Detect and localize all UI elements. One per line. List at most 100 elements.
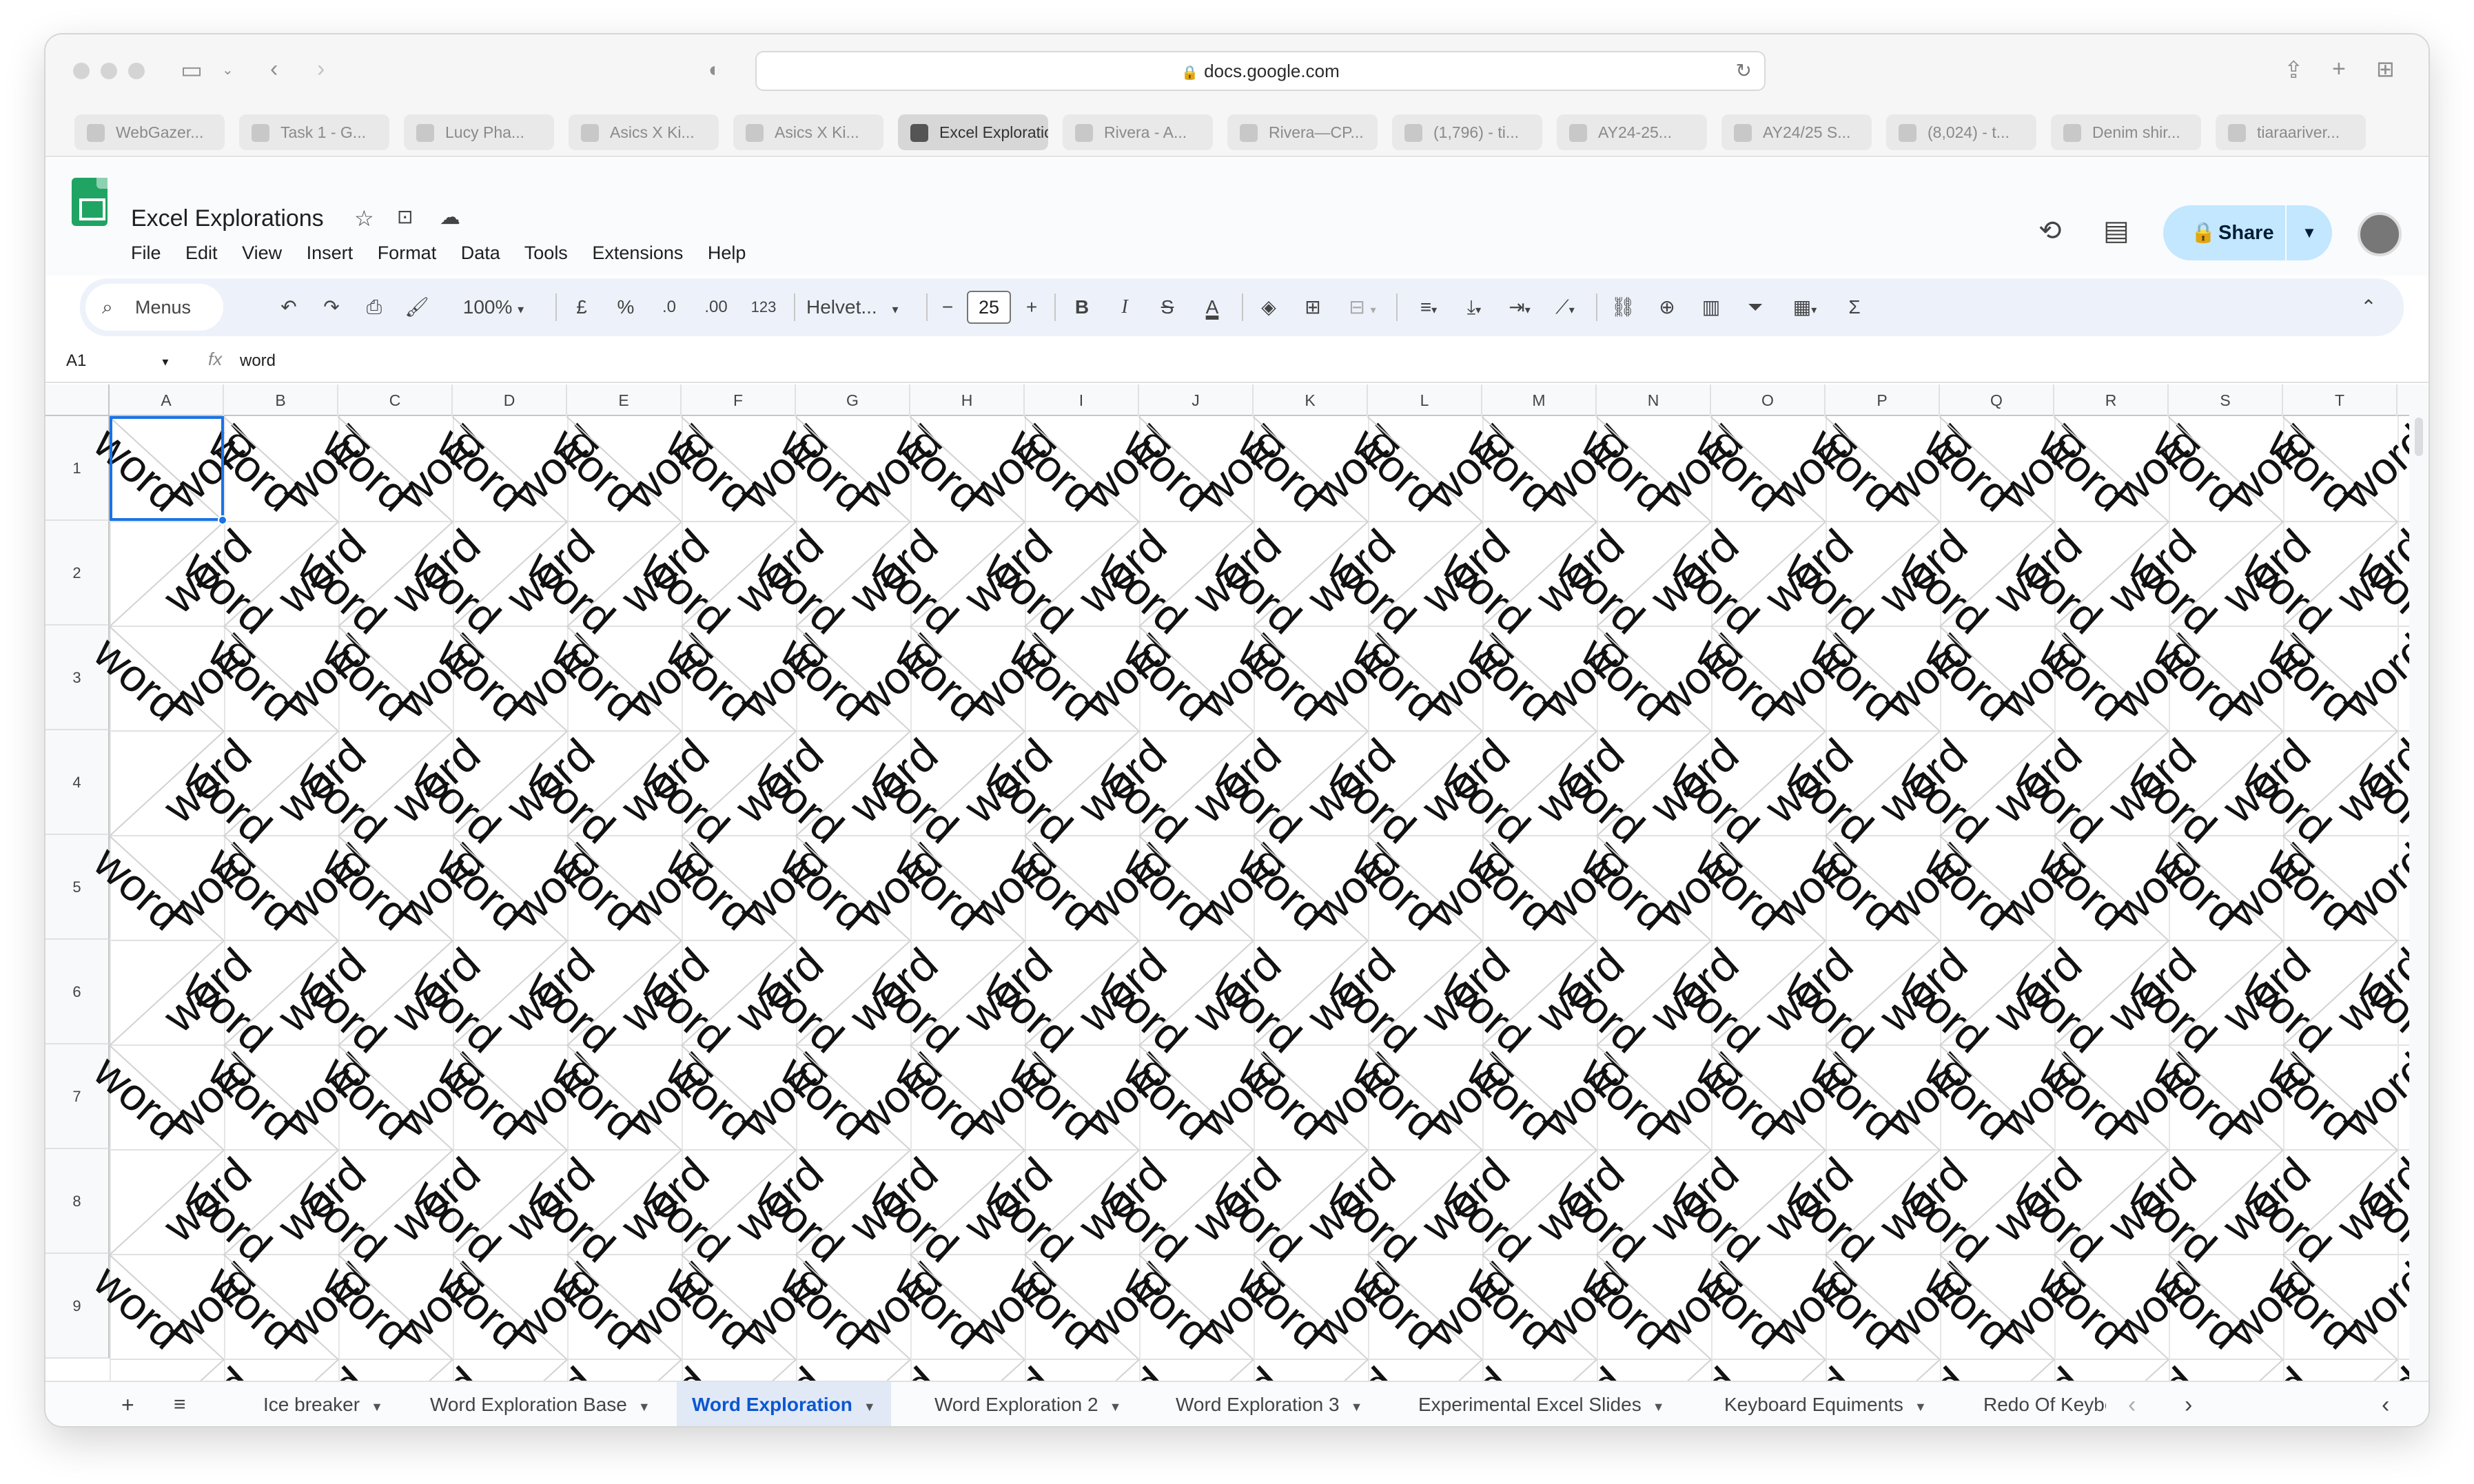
valign-icon[interactable]: ⤓▾ (1451, 287, 1497, 328)
wrap-icon[interactable]: ⇥▾ (1497, 287, 1542, 328)
menu-data[interactable]: Data (461, 243, 500, 263)
share-dropdown-icon[interactable]: ▼ (2285, 205, 2332, 260)
vertical-scrollbar[interactable] (2409, 384, 2429, 1397)
menu-view[interactable]: View (242, 243, 282, 263)
menu-edit[interactable]: Edit (185, 243, 218, 263)
menu-file[interactable]: File (131, 243, 161, 263)
sheet-tab[interactable]: Keyboard Equiments ▼ (1709, 1382, 1942, 1426)
print-icon[interactable]: ⎙ (357, 287, 391, 328)
reload-icon[interactable]: ↻ (1736, 52, 1752, 90)
rotate-icon[interactable]: ⟋▾ (1542, 287, 1588, 328)
browser-tab[interactable]: Asics X Ki... (733, 114, 883, 150)
browser-tab-active[interactable]: Excel Exploration... (898, 114, 1048, 150)
browser-tab[interactable]: (1,796) - ti... (1392, 114, 1542, 150)
chart-icon[interactable]: ▥ (1694, 287, 1728, 328)
all-sheets-icon[interactable]: ≡ (174, 1382, 186, 1426)
minimize-window-button[interactable] (101, 63, 117, 79)
new-tab-icon[interactable]: + (2332, 55, 2346, 83)
menus-search[interactable]: ⌕ Menus (85, 284, 223, 331)
sheets-logo-icon[interactable] (72, 178, 108, 226)
percent-button[interactable]: % (611, 287, 641, 328)
redo-icon[interactable]: ↷ (314, 287, 349, 328)
close-window-button[interactable] (73, 63, 90, 79)
sheet-tab-active[interactable]: Word Exploration ▼ (677, 1382, 891, 1426)
italic-button[interactable]: I (1110, 287, 1140, 328)
share-button[interactable]: 🔒 Share ▼ (2163, 205, 2332, 260)
chevron-down-icon[interactable]: ⌄ (222, 56, 234, 84)
zoom-window-button[interactable] (128, 63, 145, 79)
sheet-tab[interactable]: Word Exploration 2 ▼ (919, 1382, 1136, 1426)
forward-icon[interactable]: › (317, 55, 325, 83)
browser-tab[interactable]: AY24-25... (1557, 114, 1707, 150)
font-select[interactable]: Helvet... ▾ (806, 287, 922, 328)
share-sheet-icon[interactable]: ⇪ (2284, 56, 2304, 84)
zoom-select[interactable]: 100% ▾ (445, 287, 542, 328)
fill-handle[interactable] (218, 515, 227, 525)
sheet-tab[interactable]: Redo Of Keybo (1968, 1382, 2106, 1426)
scroll-tabs-right-icon[interactable]: › (2185, 1382, 2192, 1426)
font-size-decrease-button[interactable]: − (936, 287, 959, 328)
text-color-button[interactable]: A (1195, 287, 1229, 328)
sheet-tab[interactable]: Word Exploration 3 ▼ (1161, 1382, 1378, 1426)
menu-format[interactable]: Format (378, 243, 437, 263)
cloud-icon[interactable]: ☁ (440, 205, 460, 229)
browser-tab[interactable]: (8,024) - t... (1886, 114, 2036, 150)
history-icon[interactable]: ⟲ (2038, 215, 2062, 247)
browser-tab[interactable]: WebGazer... (74, 114, 225, 150)
browser-tab[interactable]: Asics X Ki... (569, 114, 719, 150)
link-icon[interactable]: ⛓ (1606, 287, 1640, 328)
scrollbar-thumb[interactable] (2415, 418, 2423, 456)
merge-icon[interactable]: ⊟ ▾ (1338, 287, 1387, 328)
strikethrough-button[interactable]: S (1152, 287, 1183, 328)
tab-overview-icon[interactable]: ⊞ (2376, 55, 2395, 83)
explore-panel-icon[interactable]: ‹ (2382, 1382, 2389, 1426)
avatar[interactable] (2358, 212, 2402, 256)
browser-tab[interactable]: Lucy Pha... (404, 114, 554, 150)
font-size-increase-button[interactable]: + (1020, 287, 1043, 328)
spreadsheet-grid[interactable]: ABCDEFGHIJKLMNOPQRST 123456789 word word w… (45, 384, 2409, 1393)
comment-icon[interactable]: ▤ (2103, 215, 2129, 247)
more-formats-button[interactable]: 123 (744, 287, 783, 328)
browser-tab[interactable]: Rivera—CP... (1227, 114, 1378, 150)
fill-color-icon[interactable]: ◈ (1251, 287, 1286, 328)
table-icon[interactable]: ▦▾ (1781, 287, 1829, 328)
star-icon[interactable]: ☆ (354, 205, 374, 231)
name-box[interactable]: A1 ▾ (66, 351, 168, 371)
document-title[interactable]: Excel Explorations (131, 205, 324, 232)
menu-help[interactable]: Help (708, 243, 746, 263)
cell-selection[interactable] (110, 416, 224, 521)
currency-button[interactable]: £ (566, 287, 597, 328)
browser-tab[interactable]: AY24/25 S... (1721, 114, 1872, 150)
bold-button[interactable]: B (1067, 287, 1097, 328)
sheet-tab[interactable]: Experimental Excel Slides ▼ (1403, 1382, 1680, 1426)
decrease-decimal-button[interactable]: .0 (652, 287, 686, 328)
filter-icon[interactable]: ⏷ (1738, 287, 1772, 328)
browser-tab[interactable]: tiaraariver... (2216, 114, 2366, 150)
sum-icon[interactable]: Σ (1837, 287, 1872, 328)
chevron-down-icon: ▼ (371, 1400, 383, 1414)
align-icon[interactable]: ≡▾ (1406, 287, 1451, 328)
menu-extensions[interactable]: Extensions (592, 243, 683, 263)
shield-icon[interactable]: ◐ (708, 56, 721, 84)
scroll-tabs-left-icon[interactable]: ‹ (2128, 1382, 2136, 1426)
address-bar[interactable]: 🔒 docs.google.com ↻ (755, 51, 1766, 91)
menu-tools[interactable]: Tools (524, 243, 568, 263)
add-sheet-button[interactable]: + (121, 1382, 134, 1426)
borders-icon[interactable]: ⊞ (1296, 287, 1330, 328)
sidebar-icon[interactable]: ▭ (181, 56, 203, 84)
sheet-tab[interactable]: Word Exploration Base ▼ (415, 1382, 666, 1426)
paint-format-icon[interactable]: 🖌 (400, 287, 434, 328)
folder-icon[interactable]: ⊡ (397, 205, 413, 228)
formula-input[interactable]: word (240, 351, 276, 371)
font-size-input[interactable]: 25 (967, 291, 1011, 324)
sheet-tab[interactable]: Ice breaker ▼ (248, 1382, 398, 1426)
increase-decimal-button[interactable]: .00 (697, 287, 735, 328)
menu-insert[interactable]: Insert (307, 243, 354, 263)
browser-tab[interactable]: Rivera - A... (1063, 114, 1213, 150)
back-icon[interactable]: ‹ (270, 55, 278, 83)
add-comment-icon[interactable]: ⊕ (1650, 287, 1684, 328)
collapse-icon[interactable]: ⌃ (2351, 287, 2386, 328)
undo-icon[interactable]: ↶ (272, 287, 306, 328)
browser-tab[interactable]: Task 1 - G... (239, 114, 389, 150)
browser-tab[interactable]: Denim shir... (2051, 114, 2201, 150)
